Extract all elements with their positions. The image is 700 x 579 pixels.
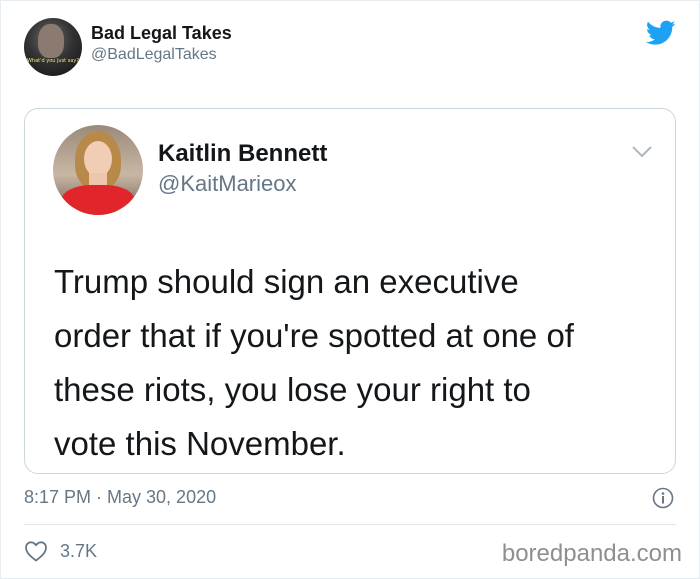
- twitter-bird-icon[interactable]: [646, 20, 676, 46]
- like-button[interactable]: 3.7K: [24, 540, 97, 562]
- quoted-text-line: these riots, you lose your right to: [54, 371, 531, 408]
- heart-icon: [25, 541, 47, 562]
- info-icon[interactable]: [652, 487, 674, 509]
- author-display-name[interactable]: Bad Legal Takes: [91, 22, 232, 44]
- quoted-text-line: Trump should sign an executive: [54, 263, 519, 300]
- quoted-author-handle[interactable]: @KaitMarieox: [158, 169, 327, 199]
- quoted-author-avatar[interactable]: [53, 125, 143, 215]
- like-count: 3.7K: [60, 540, 98, 561]
- quoted-author-display-name[interactable]: Kaitlin Bennett: [158, 139, 327, 169]
- quoted-tweet[interactable]: Kaitlin Bennett @KaitMarieox Trump shoul…: [24, 108, 676, 474]
- author-handle[interactable]: @BadLegalTakes: [91, 44, 232, 66]
- quoted-tweet-text: Trump should sign an executive order tha…: [54, 255, 654, 471]
- tweet-author[interactable]: What'd you just say? Bad Legal Takes @Ba…: [24, 18, 232, 76]
- author-avatar[interactable]: What'd you just say?: [24, 18, 82, 76]
- watermark: boredpanda.com: [501, 540, 682, 567]
- divider: [24, 524, 676, 525]
- quoted-text-line: vote this November.: [54, 425, 346, 462]
- quoted-text-line: order that if you're spotted at one of: [54, 317, 574, 354]
- chevron-down-icon[interactable]: [631, 145, 653, 159]
- avatar-caption: What'd you just say?: [26, 58, 80, 64]
- tweet-timestamp[interactable]: 8:17 PM · May 30, 2020: [24, 487, 216, 508]
